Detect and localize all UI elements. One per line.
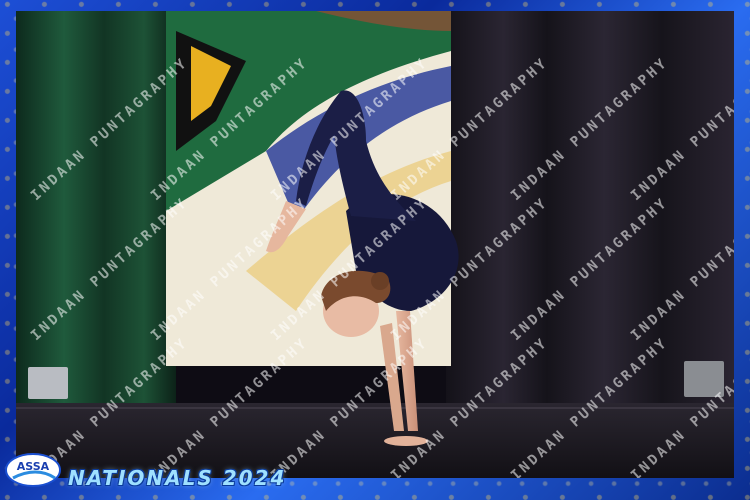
dark-curtain (446, 11, 734, 411)
stage-photo: INDAAN PUNTAGRAPHY INDAAN PUNTAGRAPHY IN… (16, 11, 734, 478)
assa-logo: ASSA (5, 453, 61, 487)
logo-text: ASSA (17, 460, 50, 473)
photo-frame: INDAAN PUNTAGRAPHY INDAAN PUNTAGRAPHY IN… (0, 0, 750, 500)
green-curtain (16, 11, 176, 411)
stage-scene: INDAAN PUNTAGRAPHY INDAAN PUNTAGRAPHY IN… (16, 11, 734, 478)
stage-light-left (28, 367, 68, 399)
event-title: NATIONALS 2024 (68, 466, 287, 490)
